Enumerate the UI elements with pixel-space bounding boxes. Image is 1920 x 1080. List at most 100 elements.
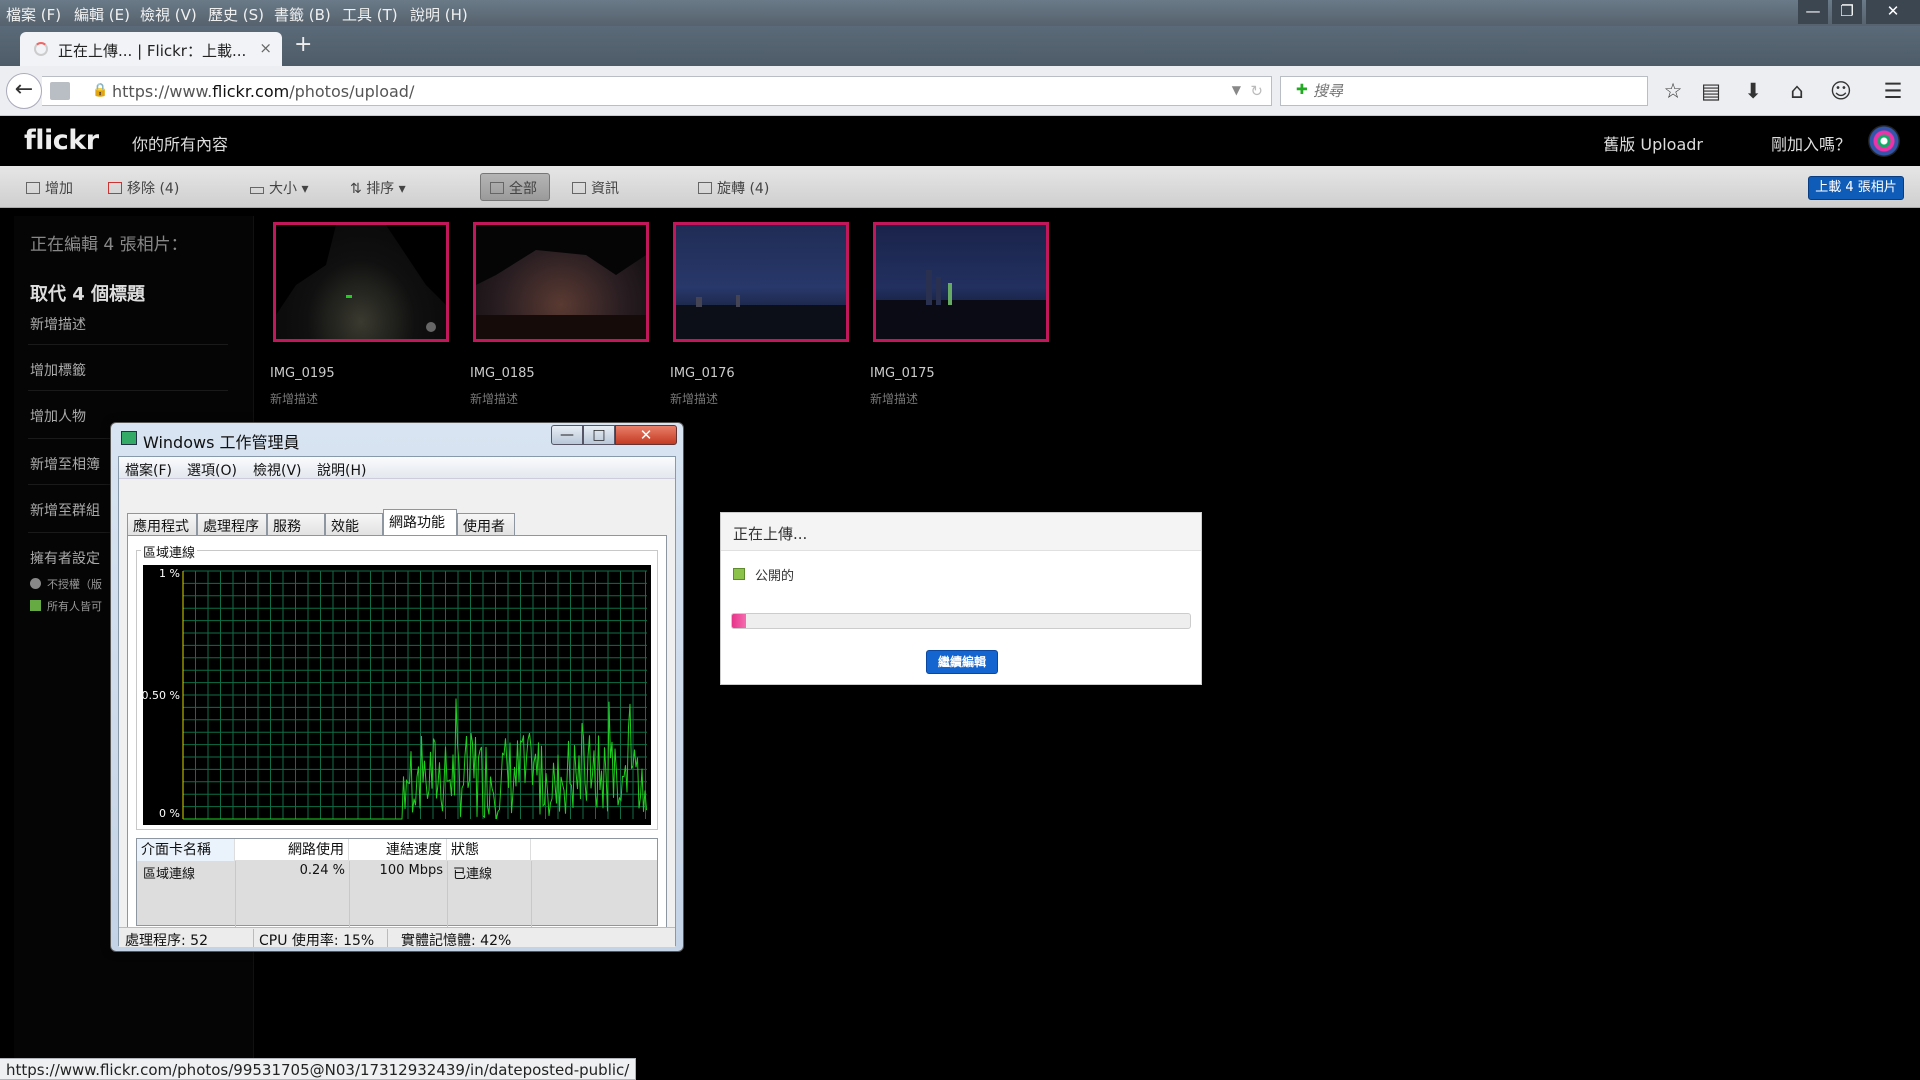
lock-icon: 🔒	[92, 83, 109, 98]
bookmark-star-icon[interactable]: ☆	[1660, 78, 1686, 104]
downloads-icon[interactable]: ⬇	[1740, 78, 1766, 104]
info-icon	[572, 182, 586, 194]
graph-group-label: 區域連線	[141, 542, 198, 561]
process-count: 處理程序: 52	[125, 933, 208, 949]
tab-flickr-upload[interactable]: 正在上傳... | Flickr：上載... ×	[20, 32, 282, 66]
chat-icon[interactable]: ☺	[1828, 78, 1854, 104]
bookmarks-list-icon[interactable]: ▤	[1698, 78, 1724, 104]
size-dropdown[interactable]: 大小 ▾	[250, 178, 308, 198]
you-all-link[interactable]: 你的所有內容	[132, 131, 228, 155]
minimize-button[interactable]: —	[1798, 0, 1828, 24]
adapter-list[interactable]: 介面卡名稱 網路使用 連結速度 狀態 區域連線 0.24 % 100 Mbps …	[136, 838, 658, 927]
menu-view[interactable]: 檢視 (V)	[140, 4, 197, 25]
remove-button[interactable]: 移除 (4)	[108, 178, 179, 198]
sort-icon: ⇅	[350, 181, 367, 197]
upload-photos-button[interactable]: 上載 4 張相片	[1808, 176, 1904, 200]
just-joined-link[interactable]: 剛加入嗎？	[1771, 131, 1851, 155]
state-cell: 已連線	[453, 867, 493, 882]
photo-thumbnail[interactable]	[473, 222, 649, 342]
replace-titles-field[interactable]: 取代 4 個標題	[30, 280, 145, 306]
photo-thumbnail[interactable]	[873, 222, 1049, 342]
task-manager-body: 檔案(F) 選項(O) 檢視(V) 說明(H) 應用程式 處理程序 服務 效能 …	[118, 456, 676, 949]
license-setting[interactable]: 不授權（版	[30, 576, 102, 592]
info-button[interactable]: 資訊	[572, 178, 619, 198]
select-all-label[interactable]: 全部	[490, 178, 537, 198]
photo-image	[876, 270, 1046, 339]
column-network-utilization[interactable]: 網路使用	[235, 839, 349, 861]
tab-performance[interactable]: 效能	[325, 513, 383, 535]
privacy-setting[interactable]: 所有人皆可	[30, 598, 102, 614]
column-adapter-name[interactable]: 介面卡名稱	[137, 839, 235, 861]
add-description-field[interactable]: 新增描述	[30, 314, 86, 334]
tab-strip: 正在上傳... | Flickr：上載... × +	[0, 26, 1920, 66]
photo-image	[476, 225, 646, 339]
network-graph-group: 區域連線 1 % 0.50 % 0 %	[136, 542, 658, 830]
site-identity-icon[interactable]	[50, 82, 70, 100]
photo-description[interactable]: 新增描述	[870, 390, 918, 407]
tab-close-icon[interactable]: ×	[259, 39, 272, 57]
continue-editing-button[interactable]: 繼續編輯	[926, 650, 998, 674]
select-all-icon	[490, 182, 504, 194]
tab-applications[interactable]: 應用程式	[127, 513, 197, 535]
tab-processes[interactable]: 處理程序	[197, 513, 267, 535]
photo-title[interactable]: IMG_0195	[270, 366, 335, 381]
url-dropdown-icon[interactable]: ▼	[1232, 83, 1241, 97]
home-icon[interactable]: ⌂	[1784, 78, 1810, 104]
tab-title: 正在上傳... | Flickr：上載...	[58, 42, 247, 60]
add-people-field[interactable]: 增加人物	[30, 406, 86, 426]
tm-maximize-button[interactable]: □	[583, 425, 615, 445]
search-input[interactable]	[1313, 81, 1633, 101]
add-to-group-field[interactable]: 新增至群組	[30, 500, 100, 520]
hamburger-menu-icon[interactable]: ☰	[1880, 78, 1906, 104]
tm-status-bar: 處理程序: 52 CPU 使用率: 15% 實體記憶體: 42%	[119, 927, 675, 949]
photo-title[interactable]: IMG_0176	[670, 366, 735, 381]
photo-description[interactable]: 新增描述	[270, 390, 318, 407]
avatar[interactable]	[1868, 125, 1900, 157]
add-button[interactable]: 增加	[26, 178, 73, 198]
reload-icon[interactable]: ↻	[1250, 82, 1263, 100]
old-uploadr-link[interactable]: 舊版 Uploadr	[1603, 131, 1703, 155]
close-button[interactable]: ✕	[1866, 0, 1920, 24]
tm-menu-view[interactable]: 檢視(V)	[253, 460, 302, 480]
menu-tools[interactable]: 工具 (T)	[342, 4, 398, 25]
photo-description[interactable]: 新增描述	[470, 390, 518, 407]
new-tab-button[interactable]: +	[294, 34, 312, 56]
adapter-name-cell[interactable]: 區域連線	[143, 863, 195, 882]
photo-thumbnail[interactable]	[273, 222, 449, 342]
restore-button[interactable]: ❐	[1832, 0, 1862, 24]
rotate-button[interactable]: 旋轉 (4)	[698, 178, 769, 198]
menu-history[interactable]: 歷史 (S)	[208, 4, 264, 25]
back-button[interactable]: ←	[6, 73, 42, 109]
flickr-header: flickr 你的所有內容 舊版 Uploadr 剛加入嗎？	[0, 116, 1920, 166]
tab-networking[interactable]: 網路功能	[383, 509, 457, 536]
menu-bookmarks[interactable]: 書籤 (B)	[274, 4, 331, 25]
remove-icon	[108, 182, 122, 194]
tm-minimize-button[interactable]: —	[551, 425, 583, 445]
column-link-speed[interactable]: 連結速度	[349, 839, 447, 861]
search-engine-icon[interactable]: ✚	[1296, 82, 1308, 98]
tm-menu-help[interactable]: 說明(H)	[317, 460, 366, 480]
sort-dropdown[interactable]: ⇅ 排序 ▾	[350, 178, 406, 198]
menu-edit[interactable]: 編輯 (E)	[74, 4, 130, 25]
search-box[interactable]: ✚	[1280, 76, 1648, 106]
photo-title[interactable]: IMG_0185	[470, 366, 535, 381]
column-state[interactable]: 狀態	[447, 839, 531, 861]
tab-services[interactable]: 服務	[267, 513, 325, 535]
tm-menu-file[interactable]: 檔案(F)	[125, 460, 172, 480]
photo-title[interactable]: IMG_0175	[870, 366, 935, 381]
flickr-logo[interactable]: flickr	[24, 125, 99, 156]
tab-users[interactable]: 使用者	[457, 513, 515, 535]
url-bar[interactable]: 🔒 https://www.flickr.com/photos/upload/ …	[42, 76, 1272, 106]
task-manager-window[interactable]: Windows 工作管理員 — □ ✕ 檔案(F) 選項(O) 檢視(V) 說明…	[110, 422, 684, 952]
navigation-bar: ← 🔒 https://www.flickr.com/photos/upload…	[0, 66, 1920, 116]
privacy-icon	[30, 600, 41, 611]
photo-description[interactable]: 新增描述	[670, 390, 718, 407]
photo-thumbnail[interactable]	[673, 222, 849, 342]
tm-menu-options[interactable]: 選項(O)	[187, 460, 237, 480]
add-to-album-field[interactable]: 新增至相簿	[30, 454, 100, 474]
add-tags-field[interactable]: 增加標籤	[30, 360, 86, 380]
tm-menu-bar: 檔案(F) 選項(O) 檢視(V) 說明(H)	[119, 457, 675, 479]
tm-close-button[interactable]: ✕	[615, 425, 677, 445]
menu-file[interactable]: 檔案 (F)	[6, 4, 61, 25]
menu-help[interactable]: 說明 (H)	[410, 4, 468, 25]
